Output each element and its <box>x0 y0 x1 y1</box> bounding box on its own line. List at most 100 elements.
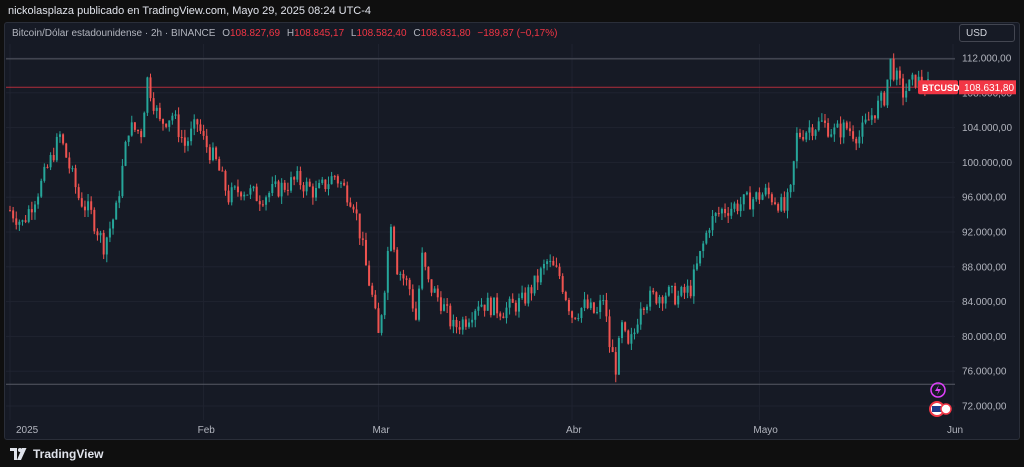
candle-body <box>898 70 901 79</box>
y-tick-label: 72.000,00 <box>962 402 1007 413</box>
candle-body <box>418 288 421 320</box>
candle-body <box>333 176 336 178</box>
candle-body <box>190 128 193 142</box>
candle-body <box>311 186 314 198</box>
candle-body <box>858 136 861 144</box>
price-tag-label: 108.631,80 <box>964 83 1014 94</box>
candle-body <box>752 199 755 210</box>
candle-body <box>118 196 121 203</box>
candle-body <box>664 295 667 304</box>
candle-body <box>177 114 180 138</box>
y-tick-label: 92.000,00 <box>962 228 1007 239</box>
candle-body <box>627 330 630 344</box>
candle-body <box>827 122 830 137</box>
candle-body <box>233 186 236 188</box>
candle-body <box>833 127 836 135</box>
candle-body <box>895 70 898 80</box>
candle-body <box>87 201 90 211</box>
candle-body <box>486 297 489 311</box>
candlestick-chart[interactable]: 112.000,00108.000,00104.000,00100.000,00… <box>0 0 1024 467</box>
candle-body <box>143 112 146 138</box>
candle-body <box>246 194 249 196</box>
x-tick-label: Feb <box>198 425 216 436</box>
candle-body <box>655 292 658 304</box>
candle-body <box>527 287 530 304</box>
brand[interactable]: TradingView <box>10 447 103 461</box>
candle-body <box>720 208 723 214</box>
candle-body <box>80 198 83 207</box>
candle-body <box>780 197 783 211</box>
candle-body <box>446 304 449 306</box>
candle-body <box>458 327 461 330</box>
candle-body <box>823 120 826 123</box>
indicator-icons[interactable] <box>929 382 952 417</box>
candle-body <box>589 302 592 309</box>
candle-body <box>877 100 880 119</box>
candle-body <box>549 260 552 262</box>
candle-body <box>408 279 411 290</box>
candle-body <box>521 292 524 299</box>
candle-body <box>71 168 74 170</box>
candle-body <box>795 132 798 162</box>
candle-body <box>670 286 673 288</box>
candle-body <box>555 265 558 267</box>
candle-body <box>736 203 739 212</box>
candle-body <box>636 324 639 333</box>
y-tick-label: 84.000,00 <box>962 297 1007 308</box>
candle-body <box>43 166 46 181</box>
candle-body <box>574 317 577 319</box>
candle-body <box>424 252 427 267</box>
candle-body <box>49 155 52 168</box>
lightning-bolt-icon <box>935 385 941 395</box>
candle-body <box>617 338 620 375</box>
candle-body <box>402 273 405 279</box>
candle-body <box>864 119 867 123</box>
candle-body <box>186 141 189 146</box>
candle-body <box>861 122 864 137</box>
candle-body <box>327 184 330 190</box>
candle-body <box>399 273 402 275</box>
candle-body <box>817 121 820 131</box>
currency-selector[interactable]: USD <box>959 24 1015 42</box>
candle-body <box>686 285 689 293</box>
x-tick-label: Jun <box>947 425 963 436</box>
y-tick-label: 100.000,00 <box>962 158 1012 169</box>
price-axis[interactable]: 112.000,00108.000,00104.000,00100.000,00… <box>962 54 1012 413</box>
low-value: 108.582,40 <box>356 28 407 39</box>
candle-body <box>577 318 580 320</box>
candle-body <box>702 243 705 252</box>
candle-body <box>499 313 502 317</box>
candle-body <box>508 298 511 308</box>
candle-body <box>517 298 520 312</box>
candle-body <box>530 287 533 294</box>
candle-body <box>243 194 246 197</box>
candle-body <box>221 170 224 172</box>
candle-body <box>427 266 430 280</box>
candle-body <box>661 297 664 304</box>
candle-body <box>383 292 386 316</box>
candle-body <box>777 204 780 211</box>
candle-body <box>667 286 670 296</box>
candle-body <box>393 226 396 250</box>
candle-body <box>162 119 165 124</box>
candle-body <box>848 128 851 132</box>
candle-body <box>792 161 795 185</box>
candle-body <box>265 197 268 205</box>
candle-body <box>174 114 177 116</box>
candle-body <box>783 197 786 211</box>
secondary-flag-icon[interactable] <box>940 403 952 415</box>
candle-body <box>112 219 115 229</box>
candle-body <box>102 232 105 255</box>
candle-body <box>749 192 752 210</box>
candle-body <box>845 122 848 129</box>
time-axis[interactable]: 2025 Feb Mar Abr Mayo Jun <box>16 425 963 436</box>
high-label: H <box>286 28 295 39</box>
change-value: −189,87 (−0,17%) <box>477 28 558 39</box>
candle-body <box>283 182 286 190</box>
candle-body <box>717 213 720 215</box>
candle-body <box>336 176 339 184</box>
candle-body <box>355 209 358 214</box>
candle-body <box>902 78 905 98</box>
candle-body <box>855 138 858 144</box>
candle-body <box>277 181 280 197</box>
